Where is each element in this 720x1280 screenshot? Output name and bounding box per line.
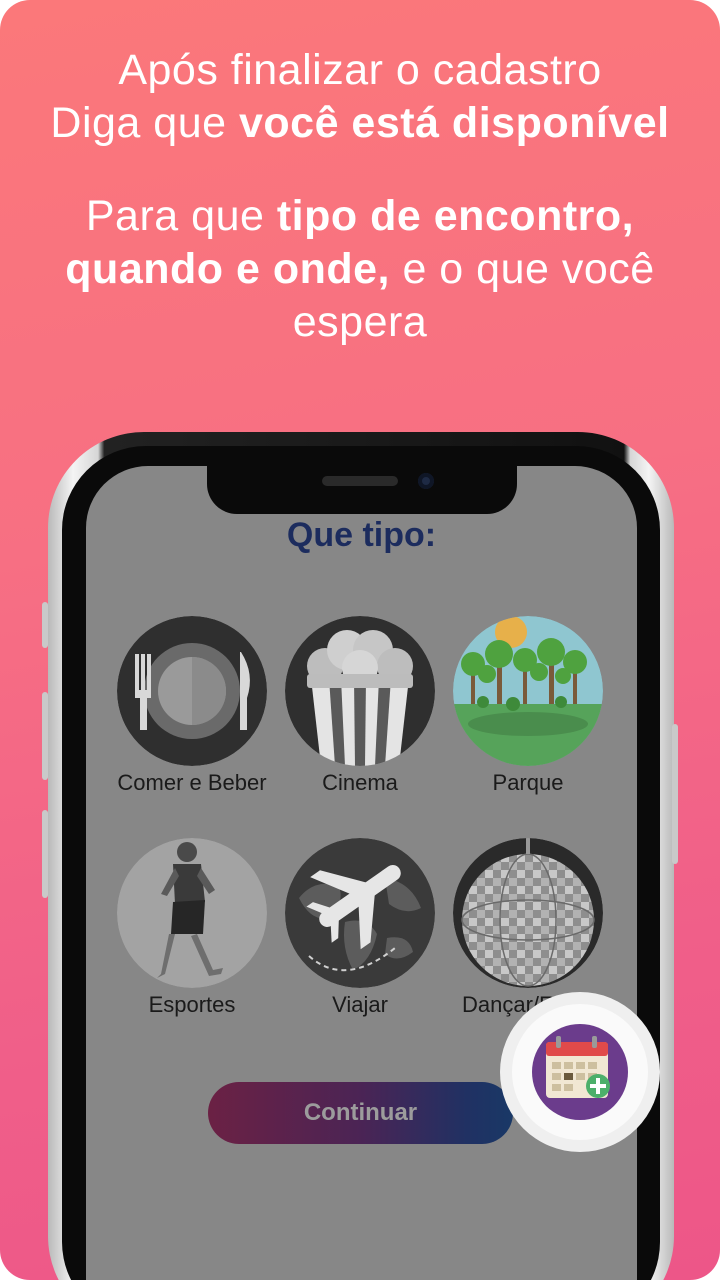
phone-mute-button — [42, 602, 48, 648]
option-viajar[interactable]: Viajar — [270, 838, 450, 1019]
option-esportes[interactable]: Esportes — [102, 838, 282, 1019]
option-label: Parque — [492, 770, 564, 795]
option-label: Comer e Beber — [117, 770, 267, 795]
disco-ball-icon — [453, 838, 603, 988]
add-availability-button[interactable] — [532, 1024, 628, 1120]
park-icon — [453, 616, 603, 766]
promo-background: Após finalizar o cadastro Diga que você … — [0, 0, 720, 1280]
continue-button[interactable]: Continuar — [208, 1082, 513, 1144]
phone-camera — [418, 473, 434, 489]
headline-line: Diga que você está disponível — [50, 99, 670, 147]
page-title: Que tipo: — [286, 516, 437, 554]
runner-icon — [117, 838, 267, 988]
phone-notch — [207, 464, 517, 514]
option-comer-e-beber[interactable]: Comer e Beber — [102, 616, 282, 797]
headline-line: espera — [292, 298, 428, 346]
option-label: Viajar — [332, 992, 388, 1017]
plate-cutlery-icon — [117, 616, 267, 766]
option-parque[interactable]: Parque — [438, 616, 618, 797]
app-screen: Que tipo: Comer e Beber Cinema Parque Es… — [86, 466, 637, 1280]
headline-encounter: Para que tipo de encontro, quando e onde… — [0, 190, 720, 349]
airplane-globe-icon — [285, 838, 435, 988]
headline-line: Para que tipo de encontro, — [85, 192, 635, 240]
option-label: Esportes — [148, 992, 236, 1017]
phone-power-button — [672, 724, 678, 864]
headline-line: quando e onde, e o que você — [65, 245, 655, 293]
popcorn-icon — [285, 616, 435, 766]
phone-volume-down-button — [42, 810, 48, 898]
headline-line: Após finalizar o cadastro — [118, 46, 602, 94]
option-label: Cinema — [322, 770, 398, 795]
phone-speaker — [322, 476, 398, 486]
headline-availability: Após finalizar o cadastro Diga que você … — [0, 44, 720, 150]
option-cinema[interactable]: Cinema — [270, 616, 450, 797]
calendar-add-icon — [546, 1036, 610, 1098]
phone-volume-up-button — [42, 692, 48, 780]
